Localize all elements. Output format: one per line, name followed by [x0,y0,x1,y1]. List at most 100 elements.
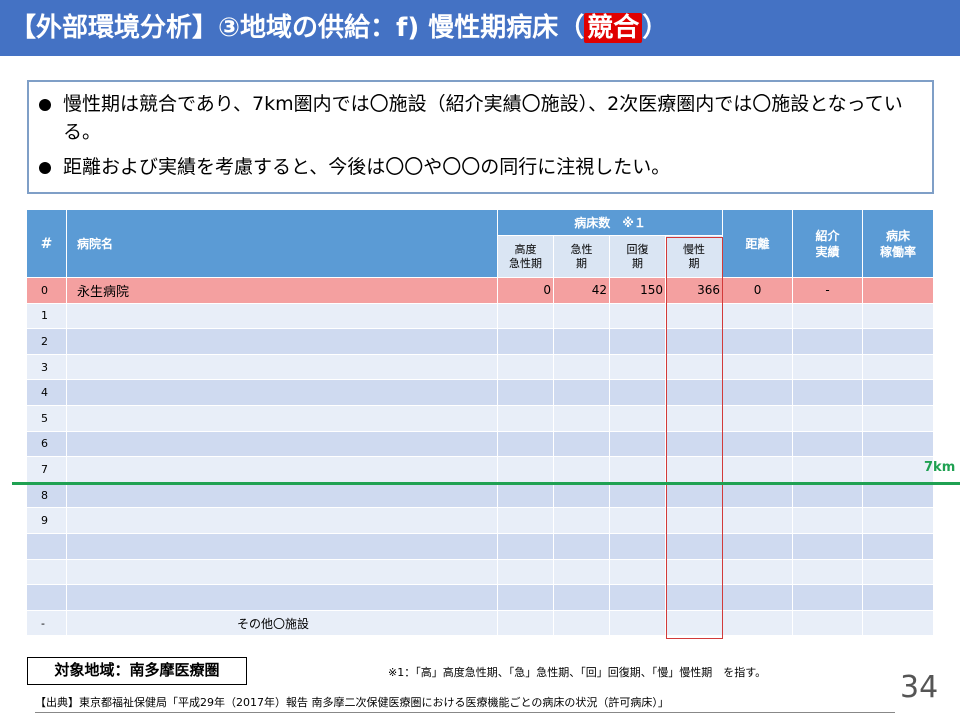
cell-num: 1 [27,303,67,330]
table-row [27,585,935,611]
cell-occupancy [863,329,935,355]
cell-occupancy [863,278,935,304]
table-row: 1 [27,303,935,330]
cell-acute [554,559,610,586]
cell-num [27,585,67,611]
cell-occupancy [863,354,935,381]
cell-empty [793,610,864,637]
cell-recovery [610,354,666,381]
cell-referral [793,303,864,330]
cell-num: 0 [27,278,67,304]
cell-occupancy [863,533,935,560]
cell-num: 9 [27,508,67,534]
cell-empty [610,610,666,637]
cell-empty [498,610,554,637]
cell-acute-high [498,585,554,611]
cell-chronic [666,303,724,330]
cell-distance [723,482,794,509]
cell-distance [723,457,794,483]
cell-recovery: 150 [610,278,666,304]
col-header-acute: 急性 期 [554,236,610,278]
cell-num: 7 [27,457,67,483]
cell-num [27,533,67,560]
table-row: 9 [27,508,935,534]
cell-name: その他〇施設 [67,610,498,637]
cell-name [67,431,498,458]
table-row: 6 [27,431,935,458]
cell-chronic [666,354,724,381]
cell-recovery [610,508,666,534]
cell-acute [554,380,610,406]
cell-referral [793,482,864,509]
cell-occupancy [863,585,935,611]
col-header-chronic: 慢性 期 [666,236,724,278]
cell-name [67,533,498,560]
bullet-dot-icon [39,99,51,111]
cell-num: 2 [27,329,67,355]
cell-recovery [610,380,666,406]
cell-distance [723,559,794,586]
table-row: 4 [27,380,935,406]
cell-acute-high [498,533,554,560]
cell-empty [863,610,935,637]
cell-acute-high [498,354,554,381]
cell-name [67,482,498,509]
cell-acute-high [498,457,554,483]
title-suffix: ） [642,13,669,43]
cell-recovery [610,431,666,458]
cell-distance [723,533,794,560]
cell-acute: 42 [554,278,610,304]
cell-acute-high [498,329,554,355]
cell-acute-high [498,482,554,509]
cell-empty [666,610,724,637]
cell-referral [793,559,864,586]
cell-acute [554,482,610,509]
cell-chronic [666,405,724,432]
col-header-beds: 病床数 ※１ [498,210,724,236]
cell-recovery [610,329,666,355]
cell-num: 3 [27,354,67,381]
cell-occupancy [863,303,935,330]
cell-distance: 0 [723,278,794,304]
summary-bullet-1: 慢性期は競合であり、7km圏内では〇施設（紹介実績〇施設）、2次医療圏内では〇施… [39,90,929,146]
cell-acute-high [498,405,554,432]
table-row: 3 [27,354,935,381]
cell-chronic [666,533,724,560]
cell-acute [554,329,610,355]
summary-box: 慢性期は競合であり、7km圏内では〇施設（紹介実績〇施設）、2次医療圏内では〇施… [27,80,934,194]
cell-chronic [666,585,724,611]
cell-referral [793,380,864,406]
cell-occupancy [863,405,935,432]
cell-acute [554,533,610,560]
cell-name [67,329,498,355]
summary-bullet-text: 距離および実績を考慮すると、今後は〇〇や〇〇の同行に注視したい。 [63,156,671,178]
cell-referral [793,457,864,483]
title-highlight: 競合 [584,13,643,43]
cell-name [67,457,498,483]
cell-name [67,508,498,534]
cell-acute [554,431,610,458]
cell-acute-high [498,380,554,406]
cell-chronic [666,457,724,483]
col-header-occupancy: 病床 稼働率 [863,210,935,278]
col-header-recovery: 回復 期 [610,236,666,278]
cell-distance [723,354,794,381]
cell-distance [723,303,794,330]
cell-occupancy [863,508,935,534]
col-header-distance: 距離 [723,210,794,278]
cell-distance [723,329,794,355]
cell-referral [793,508,864,534]
cell-acute-high [498,303,554,330]
cell-num: 6 [27,431,67,458]
cell-recovery [610,559,666,586]
cell-name [67,354,498,381]
summary-bullet-2: 距離および実績を考慮すると、今後は〇〇や〇〇の同行に注視したい。 [39,153,929,181]
cell-distance [723,380,794,406]
cell-referral [793,533,864,560]
cell-recovery [610,457,666,483]
cell-num [27,559,67,586]
region-label: 対象地域：南多摩医療圏 [27,657,247,685]
table-row: 5 [27,405,935,432]
cell-acute-high: 0 [498,278,554,304]
cell-chronic [666,482,724,509]
